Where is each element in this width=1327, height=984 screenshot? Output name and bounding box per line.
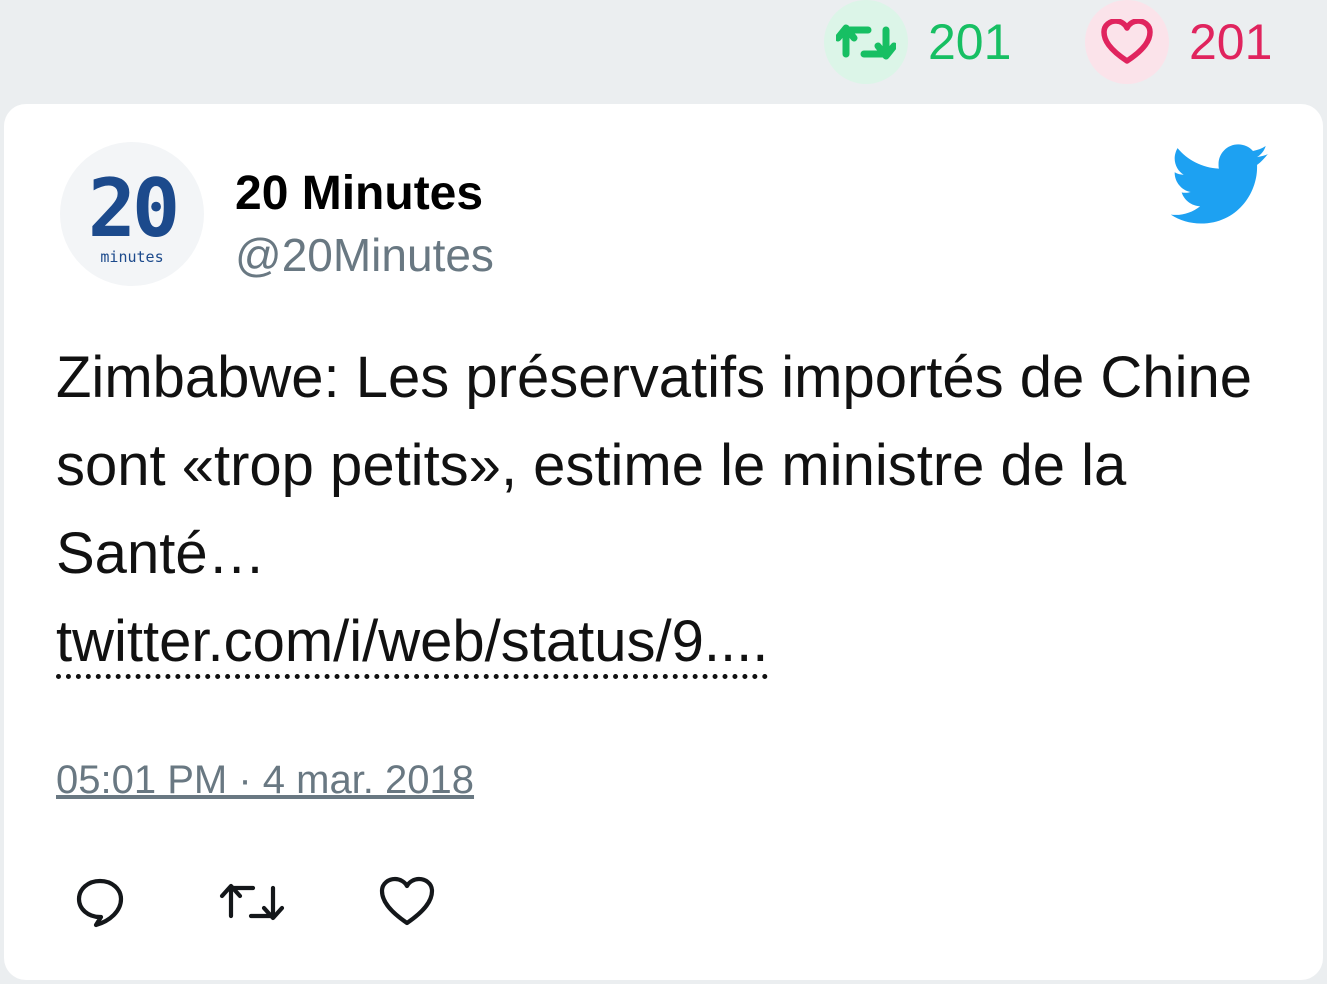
reply-button[interactable]: [74, 876, 126, 933]
like-bubble[interactable]: [1085, 0, 1169, 84]
logo-number: 20: [88, 162, 176, 255]
retweet-icon: [836, 24, 896, 60]
tweet-card: 20 minutes 20 Minutes @20Minutes Zimbabw…: [4, 104, 1323, 980]
logo-word: minutes: [100, 248, 163, 266]
like-stat[interactable]: 201: [1085, 0, 1272, 84]
like-count: 201: [1189, 14, 1273, 70]
retweet-stat[interactable]: 201: [824, 0, 1011, 84]
twitter-bird-icon[interactable]: [1170, 144, 1271, 231]
like-button[interactable]: [379, 876, 435, 933]
heart-icon: [379, 876, 435, 926]
tweet-link[interactable]: twitter.com/i/web/status/9....: [56, 609, 769, 679]
tweet-body: Zimbabwe: Les préservatifs importés de C…: [56, 345, 1252, 586]
heart-icon: [1101, 19, 1153, 64]
avatar[interactable]: 20 minutes: [60, 142, 204, 286]
retweet-count: 201: [928, 14, 1012, 70]
author-display-name[interactable]: 20 Minutes: [235, 166, 483, 221]
retweet-icon: [219, 883, 285, 921]
tweet-timestamp[interactable]: 05:01 PM · 4 mar. 2018: [56, 758, 474, 803]
reply-icon: [76, 878, 124, 928]
tweet-text: Zimbabwe: Les préservatifs importés de C…: [56, 334, 1286, 686]
retweet-bubble[interactable]: [824, 0, 908, 84]
author-handle[interactable]: @20Minutes: [235, 228, 494, 282]
author-logo: 20 minutes: [88, 162, 180, 266]
retweet-button[interactable]: [219, 876, 285, 933]
engagement-bar: 201 201: [0, 0, 1327, 100]
